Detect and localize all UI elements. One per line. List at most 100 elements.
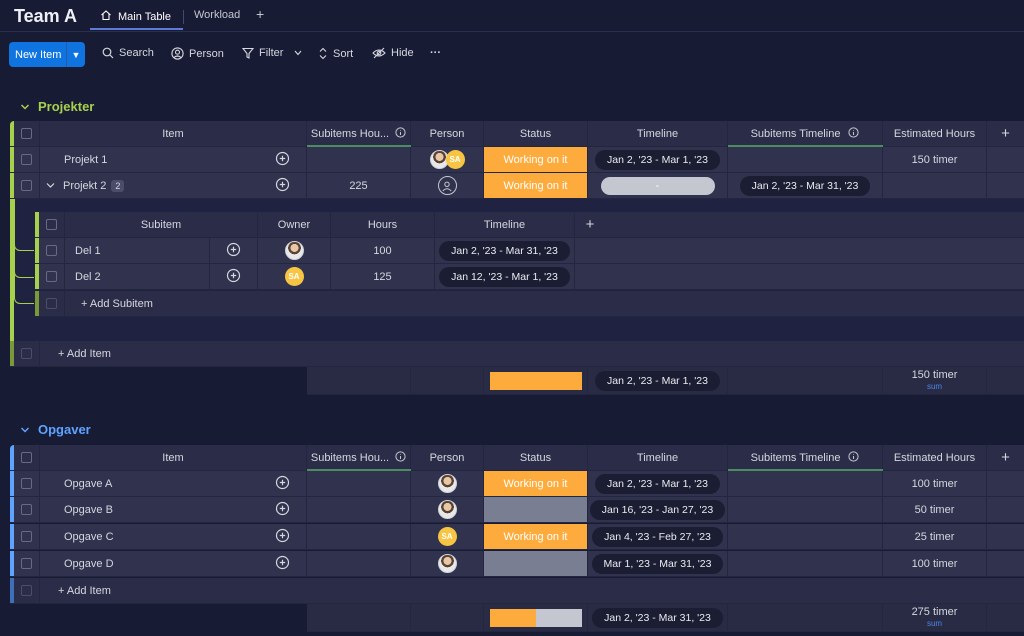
avatar[interactable]: [284, 241, 304, 260]
timeline-pill[interactable]: Jan 16, '23 - Jan 27, '23: [589, 499, 726, 520]
item-name[interactable]: Projekt 1: [40, 147, 259, 172]
row-checkbox[interactable]: [21, 504, 32, 515]
status-label[interactable]: Working on it: [484, 471, 587, 496]
avatar[interactable]: [437, 554, 457, 573]
add-column-button[interactable]: +: [987, 445, 1024, 470]
add-subitem-row[interactable]: + Add Subitem: [35, 291, 1024, 317]
item-name[interactable]: Opgave B: [40, 497, 259, 522]
status-label[interactable]: [484, 497, 587, 522]
table-row[interactable]: Projekt 1 SA Working on it Jan 2, '23 - …: [10, 147, 1024, 173]
add-update-button[interactable]: [259, 173, 307, 198]
column-header-status[interactable]: Status: [484, 445, 588, 470]
add-item-row[interactable]: + Add Item: [10, 578, 1024, 604]
avatar[interactable]: SA: [445, 150, 465, 169]
column-header-estimated-hours[interactable]: Estimated Hours: [883, 445, 987, 470]
chat-plus-icon[interactable]: [275, 555, 290, 573]
add-update-button[interactable]: [259, 497, 307, 522]
item-name-cell[interactable]: Projekt 2 2: [40, 173, 259, 198]
status-cell[interactable]: [484, 497, 588, 522]
column-header-subitem[interactable]: Subitem: [65, 212, 258, 237]
status-cell[interactable]: [484, 551, 588, 576]
subitem-name[interactable]: Del 1: [65, 238, 210, 263]
info-icon[interactable]: [848, 450, 860, 465]
subitems-timeline-cell[interactable]: Jan 2, '23 - Mar 31, '23: [728, 173, 883, 198]
row-checkbox[interactable]: [21, 180, 32, 191]
chat-plus-icon[interactable]: [275, 528, 290, 546]
subitem-row[interactable]: Del 2 SA 125 Jan 12, '23 - Mar 1, '23: [35, 264, 1024, 290]
chat-plus-icon[interactable]: [275, 475, 290, 493]
estimated-hours-cell[interactable]: 100 timer: [883, 551, 987, 576]
timeline-summary[interactable]: Jan 2, '23 - Mar 1, '23: [588, 367, 728, 394]
status-cell[interactable]: Working on it: [484, 524, 588, 549]
add-subitem-button[interactable]: + Add Subitem: [65, 291, 545, 316]
timeline-summary[interactable]: Jan 2, '23 - Mar 31, '23: [588, 604, 728, 631]
avatar[interactable]: [437, 474, 457, 493]
column-header-subitem-timeline[interactable]: Timeline: [435, 212, 575, 237]
select-all-checkbox[interactable]: [21, 128, 32, 139]
status-summary[interactable]: [484, 367, 588, 394]
subitems-hours-cell[interactable]: [307, 551, 411, 576]
timeline-cell[interactable]: Jan 2, '23 - Mar 31, '23: [435, 238, 575, 263]
column-header-subitems-timeline[interactable]: Subitems Timeline: [728, 445, 883, 470]
estimated-hours-cell[interactable]: 150 timer: [883, 147, 987, 172]
avatar[interactable]: [437, 500, 457, 519]
avatar[interactable]: SA: [284, 267, 304, 286]
timeline-cell[interactable]: -: [588, 173, 728, 198]
sort-button[interactable]: Sort: [318, 47, 353, 60]
owner-cell[interactable]: [258, 238, 331, 263]
select-all-subitems-checkbox[interactable]: [46, 219, 57, 230]
status-distribution-bar[interactable]: [489, 608, 582, 627]
column-header-timeline[interactable]: Timeline: [588, 121, 728, 146]
timeline-cell[interactable]: Jan 16, '23 - Jan 27, '23: [588, 497, 728, 522]
row-checkbox[interactable]: [21, 558, 32, 569]
item-name[interactable]: Opgave C: [40, 524, 259, 549]
add-column-button[interactable]: +: [987, 121, 1024, 146]
column-header-person[interactable]: Person: [411, 121, 484, 146]
column-header-status[interactable]: Status: [484, 121, 588, 146]
table-row[interactable]: Opgave D Mar 1, '23 - Mar 31, '23 100 ti…: [10, 551, 1024, 577]
subitems-timeline-cell[interactable]: [728, 471, 883, 496]
table-row[interactable]: Projekt 2 2 225 Working on it - Jan 2, '…: [10, 173, 1024, 199]
timeline-cell[interactable]: Jan 2, '23 - Mar 1, '23: [588, 147, 728, 172]
timeline-pill[interactable]: Mar 1, '23 - Mar 31, '23: [591, 553, 724, 574]
timeline-pill[interactable]: Jan 2, '23 - Mar 1, '23: [595, 149, 720, 170]
info-icon[interactable]: [395, 126, 406, 141]
add-update-button[interactable]: [210, 264, 258, 289]
tab-workload[interactable]: Workload: [194, 9, 240, 21]
timeline-pill[interactable]: Jan 4, '23 - Feb 27, '23: [592, 526, 723, 547]
avatar[interactable]: SA: [437, 527, 457, 546]
timeline-cell[interactable]: Jan 12, '23 - Mar 1, '23: [435, 264, 575, 289]
subitems-timeline-cell[interactable]: [728, 147, 883, 172]
column-header-item[interactable]: Item: [40, 445, 307, 470]
row-checkbox[interactable]: [46, 245, 57, 256]
status-cell[interactable]: Working on it: [484, 173, 588, 198]
status-cell[interactable]: Working on it: [484, 147, 588, 172]
table-row[interactable]: Opgave A Working on it Jan 2, '23 - Mar …: [10, 471, 1024, 497]
status-label[interactable]: Working on it: [484, 147, 587, 172]
group-title[interactable]: Projekter: [38, 99, 94, 114]
person-cell[interactable]: [411, 471, 484, 496]
info-icon[interactable]: [395, 450, 406, 465]
chat-plus-icon[interactable]: [275, 177, 290, 195]
tab-main-table[interactable]: Main Table: [100, 9, 171, 24]
subitems-timeline-cell[interactable]: [728, 524, 883, 549]
chevron-down-icon[interactable]: [46, 180, 55, 192]
timeline-pill[interactable]: Jan 12, '23 - Mar 1, '23: [439, 266, 570, 287]
status-label[interactable]: [484, 551, 587, 576]
status-label[interactable]: Working on it: [484, 173, 587, 198]
person-cell[interactable]: SA: [411, 147, 484, 172]
timeline-pill[interactable]: Jan 2, '23 - Mar 1, '23: [595, 473, 720, 494]
filter-button[interactable]: Filter: [242, 47, 302, 59]
group-header-opgaver[interactable]: Opgaver: [20, 422, 91, 437]
add-item-button[interactable]: + Add Item: [40, 341, 540, 366]
owner-cell[interactable]: SA: [258, 264, 331, 289]
chat-plus-icon[interactable]: [226, 242, 241, 260]
add-item-button[interactable]: + Add Item: [40, 578, 540, 603]
row-checkbox[interactable]: [21, 531, 32, 542]
table-row[interactable]: Opgave B Jan 16, '23 - Jan 27, '23 50 ti…: [10, 497, 1024, 523]
subitems-timeline-cell[interactable]: [728, 497, 883, 522]
timeline-cell[interactable]: Jan 2, '23 - Mar 1, '23: [588, 471, 728, 496]
subitem-row[interactable]: Del 1 100 Jan 2, '23 - Mar 31, '23: [35, 238, 1024, 264]
group-header-projekter[interactable]: Projekter: [20, 99, 94, 114]
add-update-button[interactable]: [259, 551, 307, 576]
